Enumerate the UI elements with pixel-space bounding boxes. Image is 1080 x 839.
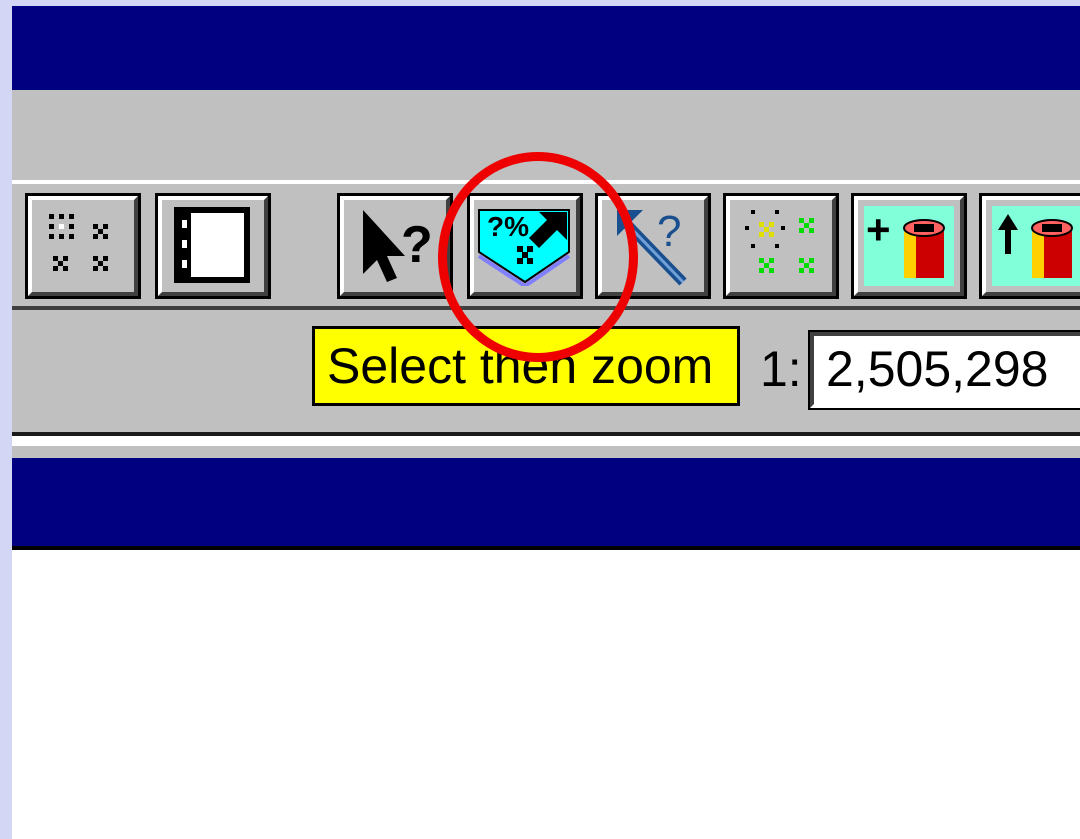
title-bar xyxy=(12,6,1080,90)
raise-layer-button[interactable] xyxy=(979,193,1080,299)
wand-question-icon: ? xyxy=(613,206,693,286)
scale-bar-bottom xyxy=(12,446,1080,458)
zoom-select-icon: ?% xyxy=(477,206,573,286)
up-cylinder-icon xyxy=(992,206,1080,286)
svg-text:?%: ?% xyxy=(487,211,529,242)
select-then-zoom-button[interactable]: ?% xyxy=(467,193,583,299)
scale-bar-highlight xyxy=(12,436,1080,446)
document-title-bar xyxy=(12,458,1080,546)
green-nodes-icon xyxy=(741,208,821,284)
application-window: ? ?% ? + Select then zoom 1: 2,505,298 xyxy=(12,6,1080,839)
add-cylinder-icon: + xyxy=(864,206,954,286)
node-grid-icon xyxy=(43,210,123,282)
frame-icon xyxy=(173,206,253,286)
add-layer-button[interactable]: + xyxy=(851,193,967,299)
tooltip: Select then zoom xyxy=(312,326,740,406)
menu-bar xyxy=(12,90,1080,180)
svg-text:+: + xyxy=(866,206,891,253)
frame-button[interactable] xyxy=(155,193,271,299)
svg-text:?: ? xyxy=(401,216,433,274)
scale-input[interactable]: 2,505,298 xyxy=(808,330,1080,410)
identify-button[interactable]: ? xyxy=(595,193,711,299)
grid-select-button[interactable] xyxy=(25,193,141,299)
svg-text:?: ? xyxy=(657,207,681,256)
document-title-bar-edge xyxy=(12,546,1080,550)
arrow-question-icon: ? xyxy=(355,206,435,286)
node-select-button[interactable] xyxy=(723,193,839,299)
help-pointer-button[interactable]: ? xyxy=(337,193,453,299)
toolbar-divider xyxy=(12,180,1080,190)
scale-prefix-label: 1: xyxy=(760,341,802,397)
